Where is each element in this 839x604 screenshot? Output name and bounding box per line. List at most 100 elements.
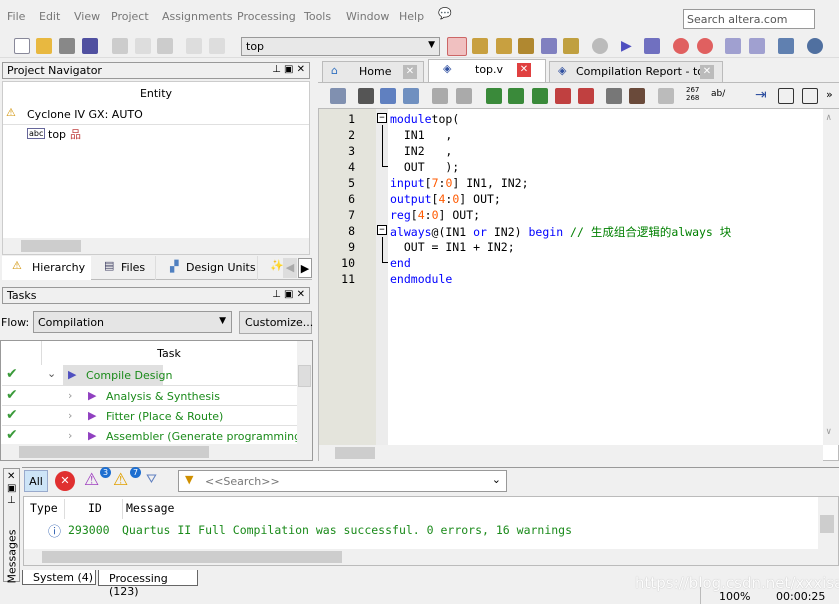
menu-tools[interactable]: Tools bbox=[304, 10, 331, 23]
cut-icon[interactable] bbox=[112, 38, 128, 54]
vertical-scrollbar[interactable]: ∧ ∨ bbox=[823, 109, 839, 445]
tab-scroll-left[interactable]: ◀ bbox=[283, 258, 297, 278]
code-line[interactable]: end bbox=[390, 256, 411, 270]
message-search-input[interactable]: ▼ <<Search>> ⌄ bbox=[178, 470, 507, 492]
task-row[interactable]: ✔ › ▶ Analysis & Synthesis bbox=[2, 385, 297, 405]
netlist-viewer-icon[interactable] bbox=[749, 38, 765, 54]
task-row[interactable]: ✔ ⌄ ▶ Compile Design bbox=[2, 365, 297, 385]
warning-filter-button[interactable]: ⚠ bbox=[113, 470, 128, 490]
horizontal-scrollbar[interactable] bbox=[1, 444, 312, 460]
suppressed-filter-button[interactable]: ⛛ bbox=[146, 472, 157, 487]
message-row[interactable]: ⓘ 293000 Quartus II Full Compilation was… bbox=[24, 521, 820, 540]
code-line[interactable]: OUT ); bbox=[390, 160, 459, 174]
timequest-icon[interactable] bbox=[697, 38, 713, 54]
tab-design-units[interactable]: ▞ Design Units bbox=[158, 256, 258, 280]
horizontal-scrollbar[interactable] bbox=[24, 549, 838, 565]
design-partition-icon[interactable] bbox=[541, 38, 557, 54]
find-replace-icon[interactable] bbox=[380, 88, 396, 104]
analysis-icon[interactable] bbox=[644, 38, 660, 54]
fold-toggle[interactable]: − bbox=[377, 225, 387, 235]
tab-processing[interactable]: Processing (123) bbox=[98, 570, 198, 598]
chip-planner-icon[interactable] bbox=[518, 38, 534, 54]
chevron-right-icon[interactable]: › bbox=[68, 409, 72, 422]
paste-icon[interactable] bbox=[157, 38, 173, 54]
save-icon[interactable] bbox=[59, 38, 75, 54]
panel-controls[interactable]: ✕ ▣ ⊥ bbox=[7, 471, 16, 507]
code-line[interactable]: endmodule bbox=[390, 272, 452, 286]
code-line[interactable]: IN2 , bbox=[390, 144, 452, 158]
column-id[interactable]: ID bbox=[88, 501, 102, 515]
next-bookmark-icon[interactable] bbox=[508, 88, 524, 104]
full-screen-icon[interactable] bbox=[778, 88, 794, 104]
insert-template-icon[interactable] bbox=[330, 88, 346, 104]
tab-system[interactable]: System (4) bbox=[22, 570, 96, 585]
assignment-editor-icon[interactable] bbox=[472, 38, 488, 54]
stop-icon[interactable] bbox=[592, 38, 608, 54]
panel-controls[interactable]: ⊥ ▣ ✕ bbox=[272, 289, 305, 300]
device-item[interactable]: Cyclone IV GX: AUTO bbox=[27, 108, 143, 121]
close-icon[interactable]: ✕ bbox=[517, 63, 531, 77]
close-icon[interactable]: ✕ bbox=[403, 65, 417, 79]
timing-analyzer-icon[interactable] bbox=[673, 38, 689, 54]
settings-icon[interactable] bbox=[496, 38, 512, 54]
task-row[interactable]: ✔ › ▶ Assembler (Generate programming files… bbox=[2, 425, 297, 445]
chat-icon[interactable]: 💬 bbox=[438, 7, 452, 20]
top-entity-item[interactable]: top bbox=[48, 128, 66, 141]
menu-processing[interactable]: Processing bbox=[237, 10, 296, 23]
horizontal-scrollbar[interactable] bbox=[3, 238, 309, 254]
bookmark-icon[interactable] bbox=[486, 88, 502, 104]
code-line[interactable]: reg[4:0] OUT; bbox=[390, 208, 480, 222]
copy-icon[interactable] bbox=[135, 38, 151, 54]
menu-file[interactable]: File bbox=[7, 10, 25, 23]
tab-top-v[interactable]: ◈ top.v ✕ bbox=[428, 59, 546, 82]
book-icon[interactable] bbox=[629, 88, 645, 104]
menu-window[interactable]: Window bbox=[346, 10, 389, 23]
search-input[interactable]: Search altera.com bbox=[683, 9, 815, 29]
code-line[interactable]: IN1 , bbox=[390, 128, 452, 142]
prev-bookmark-icon[interactable] bbox=[532, 88, 548, 104]
line-numbers-toggle[interactable]: 267 268 bbox=[686, 86, 699, 102]
toolbar-overflow[interactable]: » bbox=[826, 88, 833, 101]
tab-files[interactable]: ▤ Files bbox=[94, 256, 156, 280]
start-compilation-icon[interactable]: ▶ bbox=[621, 38, 637, 54]
save-all-icon[interactable] bbox=[82, 38, 98, 54]
menu-help[interactable]: Help bbox=[399, 10, 424, 23]
web-icon[interactable] bbox=[807, 38, 823, 54]
io-assign-icon[interactable] bbox=[563, 38, 579, 54]
entity-combo[interactable]: top ▼ bbox=[241, 37, 440, 56]
panel-controls[interactable]: ⊥ ▣ ✕ bbox=[272, 64, 305, 75]
pin-planner-icon[interactable] bbox=[447, 37, 467, 56]
undo-icon[interactable] bbox=[186, 38, 202, 54]
clear-bookmarks-icon[interactable] bbox=[578, 88, 594, 104]
remove-bookmark-icon[interactable] bbox=[555, 88, 571, 104]
indent-icon[interactable] bbox=[432, 88, 448, 104]
go-to-icon[interactable]: ⇥ bbox=[755, 88, 771, 104]
braces-icon[interactable] bbox=[403, 88, 419, 104]
chevron-down-icon[interactable]: ⌄ bbox=[47, 367, 56, 380]
code-line[interactable]: output[4:0] OUT; bbox=[390, 192, 501, 206]
programmer-icon[interactable] bbox=[778, 38, 794, 54]
tab-scroll-right[interactable]: ▶ bbox=[298, 258, 312, 278]
chevron-right-icon[interactable]: › bbox=[68, 389, 72, 402]
redo-icon[interactable] bbox=[209, 38, 225, 54]
code-line[interactable]: moduletop( bbox=[390, 112, 459, 126]
vertical-scrollbar[interactable] bbox=[818, 497, 838, 549]
unindent-icon[interactable] bbox=[456, 88, 472, 104]
menu-view[interactable]: View bbox=[74, 10, 100, 23]
horizontal-scrollbar[interactable] bbox=[319, 445, 823, 461]
menu-edit[interactable]: Edit bbox=[39, 10, 60, 23]
column-message[interactable]: Message bbox=[126, 501, 174, 515]
customize-button[interactable]: Customize... bbox=[239, 311, 313, 334]
code-line[interactable]: input[7:0] IN1, IN2; bbox=[390, 176, 529, 190]
task-row[interactable]: ✔ › ▶ Fitter (Place & Route) bbox=[2, 405, 297, 425]
fold-toggle[interactable]: − bbox=[377, 113, 387, 123]
word-wrap-toggle[interactable]: ab/ bbox=[711, 89, 725, 99]
window-icon[interactable] bbox=[802, 88, 818, 104]
menu-project[interactable]: Project bbox=[111, 10, 149, 23]
error-filter-button[interactable]: ✕ bbox=[55, 471, 75, 491]
vertical-scrollbar[interactable] bbox=[297, 341, 312, 444]
messages-side-tab[interactable]: ✕ ▣ ⊥ Messages bbox=[3, 468, 20, 584]
new-file-icon[interactable] bbox=[14, 38, 30, 54]
code-editor[interactable]: − − ∧ ∨ 1 moduletop(2 IN1 , 3 IN2 , 4 OUT );… bbox=[318, 108, 839, 461]
comment-icon[interactable] bbox=[658, 88, 674, 104]
